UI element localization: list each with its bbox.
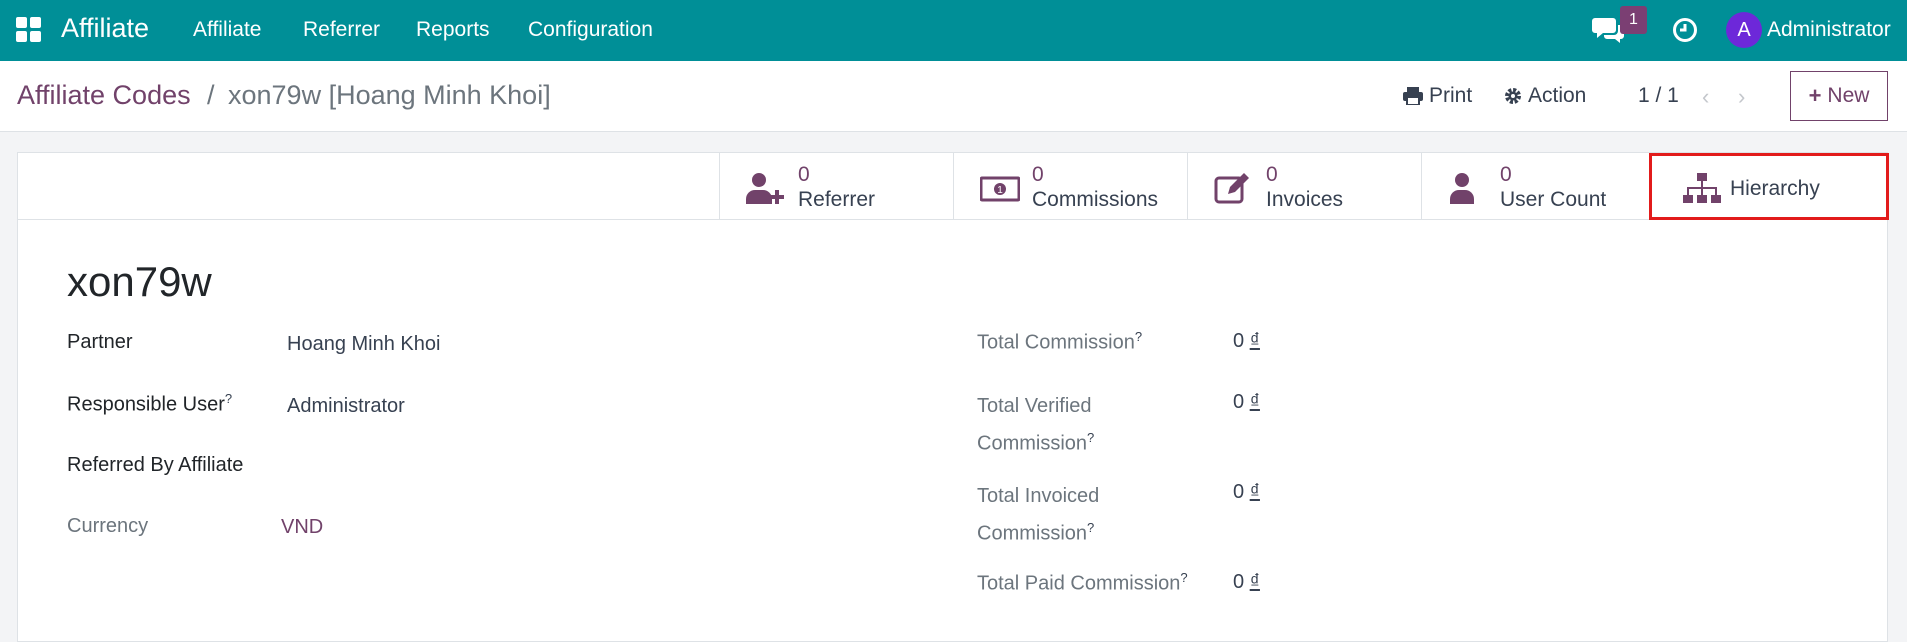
- referrer-label: Referrer: [798, 188, 876, 211]
- breadcrumb-current: xon79w [Hoang Minh Khoi]: [228, 80, 551, 110]
- partner-field[interactable]: Hoang Minh Khoi: [287, 333, 440, 356]
- commissions-count: 0: [1032, 163, 1044, 186]
- referred-by-label: Referred By Affiliate: [67, 454, 244, 476]
- currency-label: Currency: [67, 515, 149, 537]
- pager-next-icon[interactable]: ›: [1738, 84, 1745, 110]
- invoices-label: Invoices: [1266, 188, 1344, 211]
- total-verified-amount: 0: [1233, 391, 1245, 413]
- total-invoiced-amount: 0: [1233, 481, 1245, 503]
- currency-symbol: ₫: [1249, 330, 1260, 352]
- top-navbar: Affiliate Affiliate Referrer Reports Con…: [0, 0, 1907, 61]
- menu-configuration[interactable]: Configuration: [528, 18, 653, 42]
- total-commission-value: 0 ₫: [1233, 330, 1260, 353]
- action-label: Action: [1528, 84, 1587, 107]
- user-menu[interactable]: Administrator: [1767, 18, 1891, 42]
- edit-icon: [1214, 173, 1249, 204]
- print-icon: [1403, 87, 1423, 105]
- money-icon: 1: [980, 176, 1020, 202]
- user-count-smart-button[interactable]: 0 User Count: [1421, 153, 1655, 220]
- menu-referrer[interactable]: Referrer: [303, 18, 380, 42]
- sitemap-icon: [1683, 173, 1721, 203]
- total-paid-value: 0 ₫: [1233, 571, 1260, 594]
- total-verified-label: Total Verified Commission?: [977, 390, 1094, 460]
- gear-icon: [1505, 88, 1521, 104]
- user-icon: [1450, 173, 1474, 204]
- pager-value[interactable]: 1 / 1: [1638, 84, 1679, 108]
- referrer-count: 0: [798, 163, 810, 186]
- commissions-label: Commissions: [1032, 188, 1159, 211]
- help-tooltip-icon[interactable]: ?: [1180, 570, 1187, 585]
- referrer-smart-button[interactable]: 0 Referrer: [719, 153, 953, 220]
- partner-label: Partner: [67, 331, 133, 353]
- responsible-user-field[interactable]: Administrator: [287, 395, 405, 418]
- smart-button-box: 0 Referrer 1 0 Commissions 0 Invoices 0 …: [18, 153, 1889, 220]
- apps-grid-icon[interactable]: [16, 17, 42, 43]
- record-title: xon79w: [67, 258, 212, 305]
- total-verified-value: 0 ₫: [1233, 391, 1260, 414]
- responsible-user-label: Responsible User?: [67, 391, 232, 417]
- avatar[interactable]: A: [1726, 12, 1762, 48]
- control-panel: Affiliate Codes / xon79w [Hoang Minh Kho…: [0, 61, 1907, 132]
- user-count-label: User Count: [1500, 188, 1607, 211]
- currency-symbol: ₫: [1249, 481, 1260, 503]
- print-label: Print: [1429, 84, 1473, 107]
- new-button[interactable]: + New: [1790, 71, 1888, 121]
- total-invoiced-label-line2: Commission: [977, 522, 1088, 545]
- currency-field[interactable]: VND: [281, 516, 323, 539]
- total-commission-label-text: Total Commission: [977, 331, 1135, 354]
- total-invoiced-label: Total Invoiced Commission?: [977, 480, 1099, 550]
- new-label: New: [1827, 84, 1870, 107]
- user-plus-icon: [746, 173, 784, 204]
- total-commission-label: Total Commission?: [977, 329, 1142, 355]
- total-verified-label-line2: Commission: [977, 432, 1088, 455]
- hierarchy-label: Hierarchy: [1730, 177, 1820, 200]
- menu-affiliate[interactable]: Affiliate: [193, 18, 262, 42]
- help-tooltip-icon[interactable]: ?: [1087, 520, 1094, 535]
- responsible-user-label-text: Responsible User: [67, 393, 225, 416]
- total-invoiced-value: 0 ₫: [1233, 481, 1260, 504]
- print-button[interactable]: Print: [1403, 84, 1472, 108]
- total-invoiced-label-line1: Total Invoiced: [977, 485, 1100, 507]
- hierarchy-smart-button[interactable]: Hierarchy: [1649, 153, 1889, 220]
- chat-badge: 1: [1620, 6, 1647, 34]
- currency-symbol: ₫: [1249, 571, 1260, 593]
- currency-symbol: ₫: [1249, 391, 1260, 413]
- form-sheet: 0 Referrer 1 0 Commissions 0 Invoices 0 …: [17, 152, 1889, 642]
- total-paid-label-text: Total Paid Commission: [977, 572, 1181, 595]
- svg-text:1: 1: [997, 185, 1003, 196]
- help-tooltip-icon[interactable]: ?: [1087, 430, 1094, 445]
- help-tooltip-icon[interactable]: ?: [225, 391, 232, 406]
- breadcrumb-separator: /: [207, 80, 215, 110]
- help-tooltip-icon[interactable]: ?: [1135, 329, 1142, 344]
- commissions-smart-button[interactable]: 1 0 Commissions: [953, 153, 1187, 220]
- total-commission-amount: 0: [1233, 330, 1245, 352]
- breadcrumb-parent[interactable]: Affiliate Codes: [17, 80, 191, 111]
- menu-reports[interactable]: Reports: [416, 18, 490, 42]
- plus-icon: +: [1808, 83, 1822, 108]
- user-count-value: 0: [1500, 163, 1512, 186]
- pager-prev-icon[interactable]: ‹: [1702, 84, 1709, 110]
- total-paid-label: Total Paid Commission?: [977, 570, 1188, 596]
- clock-icon[interactable]: [1672, 17, 1698, 43]
- total-verified-label-line1: Total Verified: [977, 395, 1092, 417]
- invoices-smart-button[interactable]: 0 Invoices: [1187, 153, 1421, 220]
- action-button[interactable]: Action: [1504, 84, 1586, 108]
- app-brand[interactable]: Affiliate: [61, 13, 149, 44]
- total-paid-amount: 0: [1233, 571, 1245, 593]
- invoices-count: 0: [1266, 163, 1278, 186]
